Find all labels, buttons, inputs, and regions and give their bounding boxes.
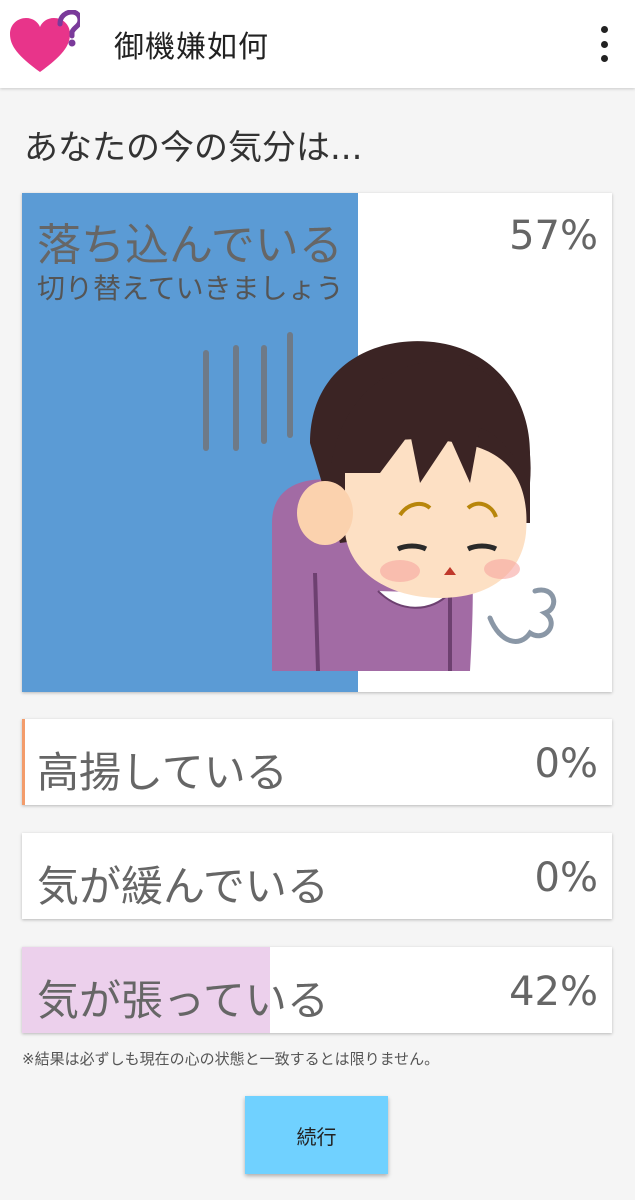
result-label: 気が張っている bbox=[37, 976, 329, 1025]
app-bar: 御機嫌如何 bbox=[0, 0, 635, 88]
question-heading: あなたの今の気分は... bbox=[24, 128, 363, 168]
result-label: 落ち込んでいる bbox=[37, 220, 343, 271]
menu-dot bbox=[600, 40, 608, 48]
app-title: 御機嫌如何 bbox=[114, 30, 269, 65]
result-bar bbox=[22, 719, 25, 805]
depressed-person-illustration bbox=[203, 332, 557, 672]
result-card-tense[interactable]: 気が張っている 42% bbox=[22, 947, 612, 1033]
result-label: 高揚している bbox=[37, 748, 288, 797]
result-card-elated[interactable]: 高揚している 0% bbox=[22, 719, 612, 805]
continue-button[interactable]: 続行 bbox=[245, 1096, 388, 1174]
result-percent: 57% bbox=[509, 213, 598, 259]
disclaimer-text: ※結果は必ずしも現在の心の状態と一致するとは限りません。 bbox=[22, 1050, 440, 1068]
result-advice: 切り替えていきましょう bbox=[37, 272, 344, 305]
more-vert-icon[interactable] bbox=[593, 26, 615, 62]
result-label: 気が緩んでいる bbox=[37, 862, 329, 911]
result-percent: 0% bbox=[534, 855, 598, 901]
heart-question-icon bbox=[10, 10, 80, 72]
result-card-relaxed[interactable]: 気が緩んでいる 0% bbox=[22, 833, 612, 919]
menu-dot bbox=[600, 26, 608, 33]
result-percent: 42% bbox=[509, 969, 598, 1015]
result-percent: 0% bbox=[534, 741, 598, 787]
menu-dot bbox=[600, 55, 608, 62]
result-card-depressed[interactable]: 落ち込んでいる 切り替えていきましょう 57% bbox=[22, 193, 612, 692]
